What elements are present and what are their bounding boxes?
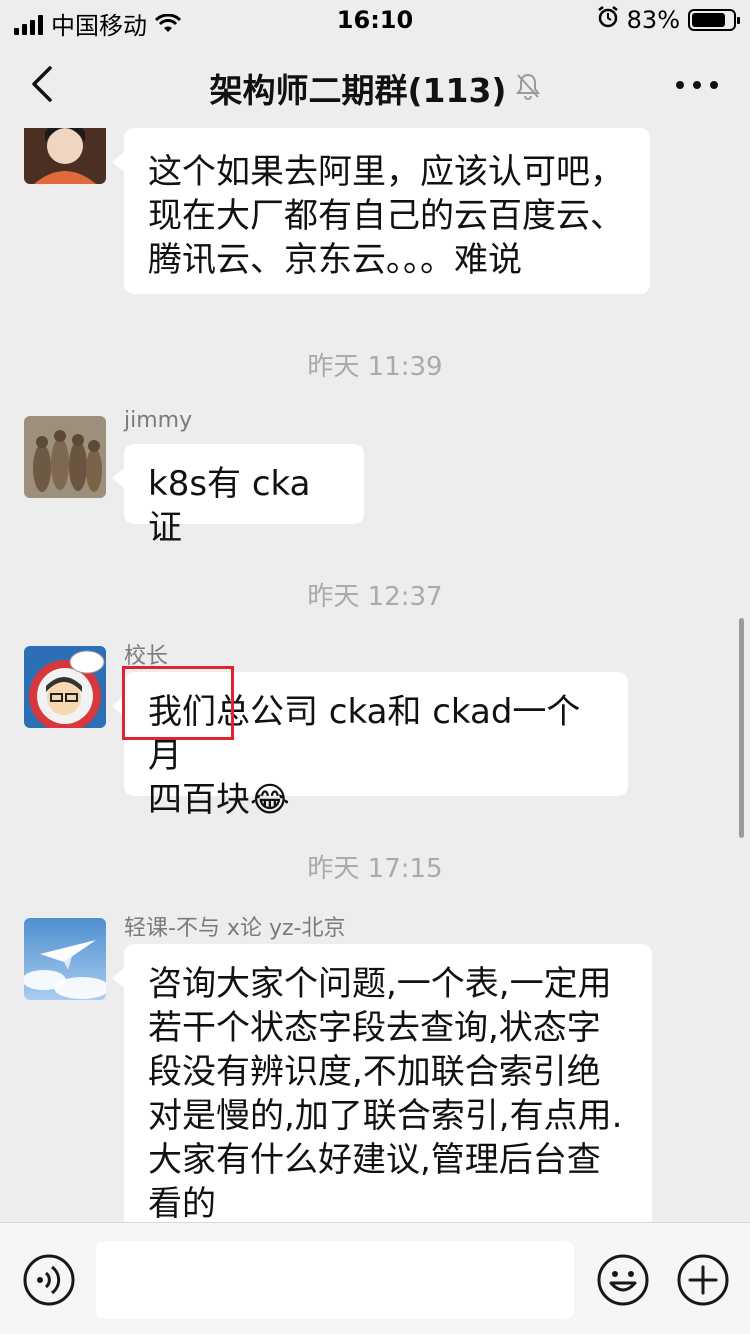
message-line: k8s有 cka证 bbox=[148, 464, 311, 548]
avatar[interactable] bbox=[24, 646, 106, 728]
message-line: 腾讯云、京东云。。。难说 bbox=[148, 240, 522, 280]
chat-title-wrap[interactable]: 架构师二期群(113) bbox=[0, 64, 750, 112]
message-bubble[interactable]: k8s有 cka证 bbox=[112, 444, 364, 548]
message-line: 看的 bbox=[148, 1184, 216, 1222]
timestamp: 昨天 12:37 bbox=[307, 582, 443, 612]
message-line: 对是慢的,加了联合索引,有点用. bbox=[148, 1096, 623, 1136]
avatar[interactable] bbox=[24, 416, 106, 498]
status-right: 83% bbox=[597, 6, 740, 34]
more-icon[interactable] bbox=[672, 70, 722, 100]
message-line: 段没有辨识度,不加联合索引绝 bbox=[148, 1052, 601, 1092]
input-bar bbox=[0, 1222, 750, 1334]
chat-title: 架构师二期群(113) bbox=[209, 71, 507, 110]
message-input[interactable] bbox=[96, 1241, 574, 1319]
chat-header: 架构师二期群(113) bbox=[0, 40, 750, 128]
message-line: 四百块😂 bbox=[148, 780, 290, 820]
message-line: 大家有什么好建议,管理后台查 bbox=[148, 1140, 601, 1180]
message-line: 现在大厂都有自己的云百度云、 bbox=[148, 196, 624, 236]
avatar[interactable] bbox=[24, 128, 106, 184]
message-bubble[interactable]: 这个如果去阿里，应该认可吧， 现在大厂都有自己的云百度云、 腾讯云、京东云。。。… bbox=[112, 128, 650, 294]
status-bar: 中国移动 16:10 83% bbox=[0, 0, 750, 40]
alarm-icon bbox=[597, 6, 619, 34]
message-list[interactable]: 这个如果去阿里，应该认可吧， 现在大厂都有自己的云百度云、 腾讯云、京东云。。。… bbox=[0, 128, 750, 1222]
message-bubble[interactable]: 咨询大家个问题,一个表,一定用 若干个状态字段去查询,状态字 段没有辨识度,不加… bbox=[112, 944, 652, 1222]
battery-icon bbox=[688, 9, 740, 31]
plus-icon[interactable] bbox=[676, 1253, 730, 1307]
battery-fill bbox=[692, 13, 726, 27]
avatar[interactable] bbox=[24, 918, 106, 1000]
message-line: 这个如果去阿里，应该认可吧， bbox=[148, 152, 624, 192]
message-line: 咨询大家个问题,一个表,一定用 bbox=[148, 964, 612, 1004]
timestamp: 昨天 11:39 bbox=[307, 352, 443, 382]
mute-bell-icon bbox=[515, 69, 541, 108]
voice-icon[interactable] bbox=[22, 1253, 76, 1307]
sender-name: 轻课-不与 x论 yz-北京 bbox=[124, 916, 346, 941]
sender-name: jimmy bbox=[124, 408, 193, 433]
emoji-icon[interactable] bbox=[596, 1253, 650, 1307]
scrollbar[interactable] bbox=[739, 618, 744, 838]
message-line: 若干个状态字段去查询,状态字 bbox=[148, 1008, 601, 1048]
timestamp: 昨天 17:15 bbox=[307, 854, 443, 884]
battery-percent: 83% bbox=[626, 6, 680, 34]
highlight-annotation bbox=[122, 666, 234, 740]
